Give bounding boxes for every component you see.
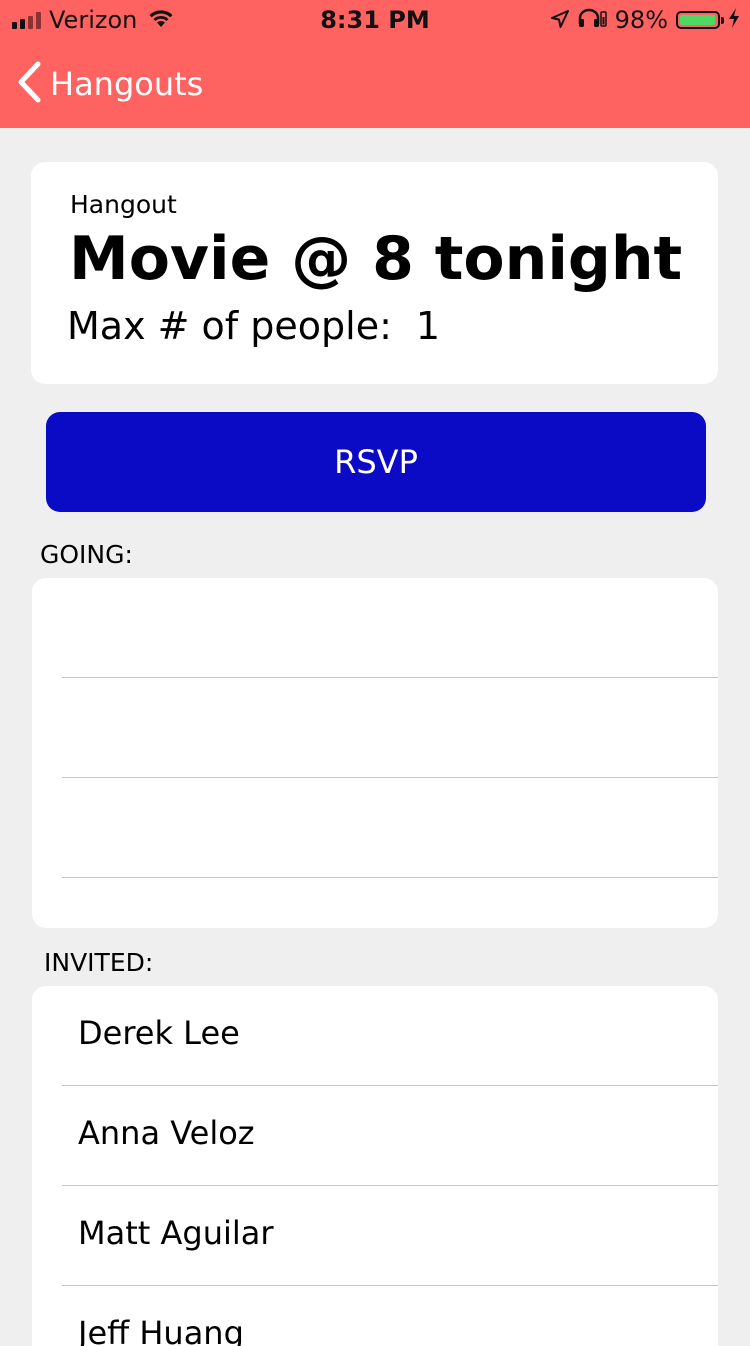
invited-list: Derek Lee Anna Veloz Matt Aguilar Jeff H… xyxy=(32,986,718,1346)
invited-row[interactable]: Anna Veloz xyxy=(62,1086,718,1186)
back-button[interactable]: Hangouts xyxy=(16,61,204,107)
going-row[interactable] xyxy=(62,578,718,678)
status-right: 98% xyxy=(550,6,740,34)
hangout-card: Hangout Movie @ 8 tonight Max # of peopl… xyxy=(31,162,718,384)
invitee-name: Matt Aguilar xyxy=(78,1214,274,1252)
invitee-name: Anna Veloz xyxy=(78,1114,255,1152)
status-bar: Verizon 8:31 PM 98% xyxy=(0,0,750,40)
battery-fill xyxy=(680,15,716,25)
battery-icon xyxy=(676,11,724,29)
going-row[interactable] xyxy=(62,678,718,778)
hangout-label: Hangout xyxy=(70,190,177,219)
hangout-title: Movie @ 8 tonight xyxy=(69,224,683,294)
going-list xyxy=(32,578,718,928)
max-people: Max # of people: 1 xyxy=(67,304,440,348)
location-arrow-icon xyxy=(550,6,569,34)
charging-bolt-icon xyxy=(728,6,740,34)
navigation-bar: Hangouts xyxy=(0,40,750,128)
max-people-value: 1 xyxy=(415,304,441,348)
row-divider xyxy=(62,877,718,878)
invited-row[interactable]: Derek Lee xyxy=(62,986,718,1086)
going-header: GOING: xyxy=(40,540,133,569)
headphones-icon xyxy=(577,6,607,34)
back-label: Hangouts xyxy=(50,65,204,103)
invited-row[interactable]: Matt Aguilar xyxy=(62,1186,718,1286)
rsvp-button[interactable]: RSVP xyxy=(46,412,706,512)
invitee-name: Derek Lee xyxy=(78,1014,240,1052)
chevron-left-icon xyxy=(16,61,42,107)
going-row[interactable] xyxy=(62,778,718,878)
battery-percent: 98% xyxy=(614,6,668,34)
invited-row[interactable]: Jeff Huang xyxy=(62,1286,718,1346)
max-people-label: Max # of people: xyxy=(67,304,392,348)
invitee-name: Jeff Huang xyxy=(78,1314,244,1346)
invited-header: INVITED: xyxy=(44,948,154,977)
